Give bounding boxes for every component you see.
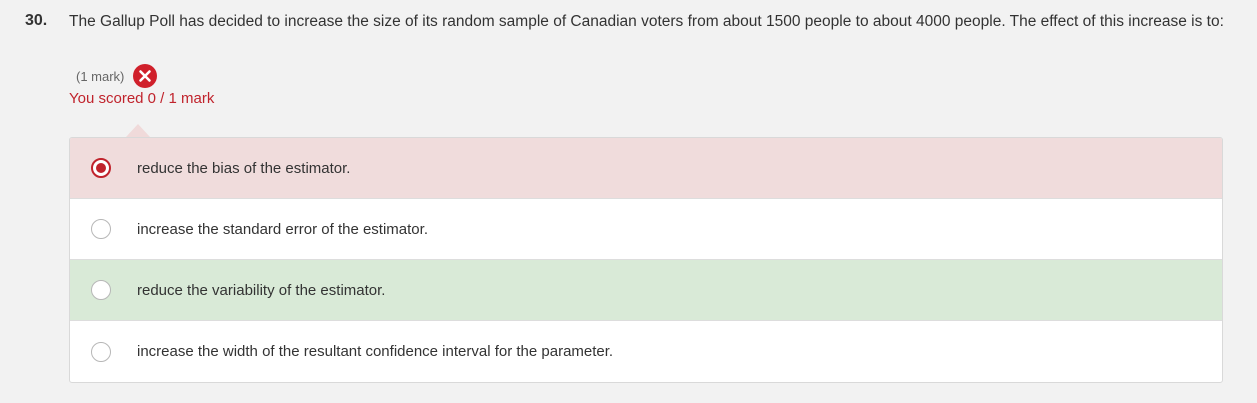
option-row-4[interactable]: increase the width of the resultant conf… xyxy=(70,321,1222,382)
mark-label: (1 mark) xyxy=(76,68,125,84)
question-number: 30. xyxy=(25,12,48,29)
mark-row: (1 mark) xyxy=(76,64,158,88)
score-text: You scored 0 / 1 mark xyxy=(69,90,215,107)
option-row-1[interactable]: reduce the bias of the estimator. xyxy=(70,138,1222,199)
option-label: reduce the variability of the estimator. xyxy=(137,281,386,299)
option-label: increase the width of the resultant conf… xyxy=(137,343,614,360)
question-text: The Gallup Poll has decided to increase … xyxy=(69,13,1224,30)
answer-options: reduce the bias of the estimator. increa… xyxy=(69,137,1223,383)
radio-button[interactable] xyxy=(91,341,111,362)
feedback-pointer xyxy=(126,124,150,137)
option-label: reduce the bias of the estimator. xyxy=(137,159,351,177)
radio-button-selected[interactable] xyxy=(91,158,111,178)
option-row-2[interactable]: increase the standard error of the estim… xyxy=(70,199,1222,260)
option-row-3[interactable]: reduce the variability of the estimator. xyxy=(70,260,1222,321)
radio-button[interactable] xyxy=(91,280,111,300)
option-label: increase the standard error of the estim… xyxy=(137,220,428,238)
wrong-icon xyxy=(133,64,158,88)
radio-button[interactable] xyxy=(91,219,111,239)
